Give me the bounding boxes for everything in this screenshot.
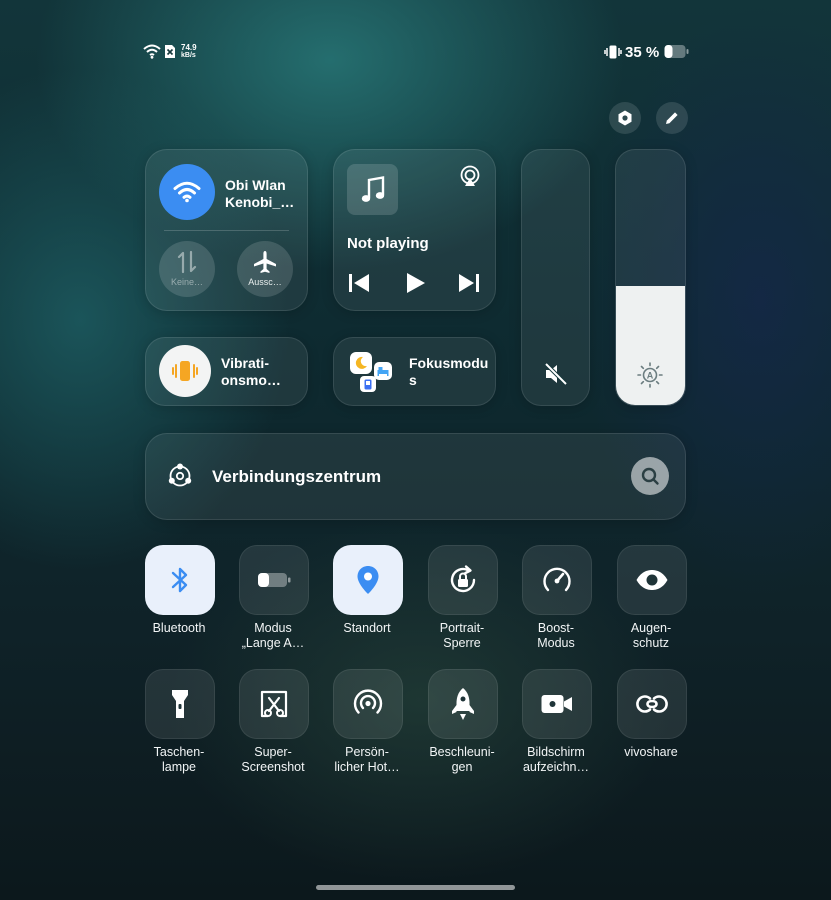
tile-label-super-screenshot: Super- Screenshot bbox=[241, 745, 305, 774]
bluetooth-icon bbox=[171, 567, 188, 593]
next-track-button[interactable] bbox=[458, 273, 480, 293]
scissors-screenshot-icon bbox=[260, 690, 288, 718]
brightness-slider[interactable]: A bbox=[615, 149, 686, 406]
location-pin-icon bbox=[357, 566, 379, 594]
wifi-status-icon bbox=[143, 44, 161, 59]
vibration-mode-label: Vibrati- onsmo… bbox=[221, 355, 281, 389]
location-tile[interactable] bbox=[333, 545, 403, 615]
tile-label-personal-hotspot: Persön-licher Hot… bbox=[334, 745, 400, 774]
accelerate-tile[interactable] bbox=[428, 669, 498, 739]
play-button[interactable] bbox=[406, 272, 426, 294]
tile-label-bluetooth: Bluetooth bbox=[152, 621, 206, 635]
vibration-label-line2: onsmo… bbox=[221, 372, 281, 388]
connection-search-button[interactable] bbox=[631, 457, 669, 495]
wifi-name-line1: Obi Wlan bbox=[225, 177, 286, 193]
speaker-muted-icon bbox=[544, 362, 568, 386]
cast-icon[interactable] bbox=[459, 165, 481, 187]
vibration-label-line1: Vibrati- bbox=[221, 355, 269, 371]
tile-label-vivoshare: vivoshare bbox=[624, 745, 678, 759]
connection-center-bar[interactable]: Verbindungszentrum bbox=[145, 433, 686, 520]
airplane-label: Aussc… bbox=[248, 277, 282, 287]
focus-label-line1: Fokusmodu bbox=[409, 355, 489, 371]
wifi-name-line2: Kenobi_… bbox=[225, 194, 295, 210]
vibrate-toggle[interactable] bbox=[159, 345, 211, 397]
settings-button[interactable] bbox=[609, 102, 641, 134]
music-note-icon bbox=[361, 175, 384, 202]
network-speed-value: 74.9 bbox=[181, 43, 197, 52]
home-indicator[interactable] bbox=[316, 885, 515, 890]
auto-brightness-icon: A bbox=[637, 362, 663, 388]
media-panel: Not playing bbox=[333, 149, 496, 311]
tile-label-accelerate: Beschleuni-gen bbox=[429, 745, 495, 774]
super-screenshot-tile[interactable] bbox=[239, 669, 309, 739]
tile-label-boost-mode: Boost- Modus bbox=[537, 621, 575, 650]
focus-mode-panel[interactable]: Fokusmodu s bbox=[333, 337, 496, 406]
eye-icon bbox=[636, 570, 668, 590]
divider bbox=[164, 230, 289, 231]
hotspot-icon bbox=[353, 689, 383, 714]
tile-label-long-battery: Modus „Lange A… bbox=[241, 621, 305, 650]
connectivity-panel: Obi Wlan Kenobi_… Keine… Aussc… bbox=[145, 149, 308, 311]
long-battery-mode-tile[interactable] bbox=[239, 545, 309, 615]
wifi-toggle[interactable] bbox=[159, 164, 215, 220]
focus-mode-icon bbox=[350, 352, 394, 392]
vibrate-status-icon bbox=[604, 45, 622, 59]
airplane-toggle[interactable]: Aussc… bbox=[237, 241, 293, 297]
screen-recording-tile[interactable] bbox=[522, 669, 592, 739]
personal-hotspot-tile[interactable] bbox=[333, 669, 403, 739]
vibration-mode-panel[interactable]: Vibrati- onsmo… bbox=[145, 337, 308, 406]
mobile-data-label: Keine… bbox=[170, 277, 204, 287]
svg-text:A: A bbox=[647, 371, 654, 381]
network-speed: 74.9 kB/s bbox=[181, 44, 197, 60]
previous-track-button[interactable] bbox=[348, 273, 370, 293]
tile-label-portrait-lock: Portrait- Sperre bbox=[439, 621, 485, 650]
gear-icon bbox=[618, 110, 632, 126]
speedometer-icon bbox=[543, 567, 571, 592]
edit-button[interactable] bbox=[656, 102, 688, 134]
focus-label-line2: s bbox=[409, 372, 417, 388]
network-speed-unit: kB/s bbox=[181, 52, 196, 59]
rotation-lock-icon bbox=[450, 565, 476, 593]
wifi-icon bbox=[173, 181, 201, 203]
boost-mode-tile[interactable] bbox=[522, 545, 592, 615]
mobile-data-icon bbox=[177, 250, 197, 274]
video-camera-icon bbox=[541, 695, 572, 713]
vivoshare-tile[interactable] bbox=[617, 669, 687, 739]
tile-label-eye-protection: Augen-schutz bbox=[630, 621, 672, 650]
pencil-icon bbox=[666, 112, 678, 124]
media-status: Not playing bbox=[347, 235, 429, 252]
vibrate-icon bbox=[172, 361, 198, 381]
airplane-icon bbox=[254, 251, 276, 273]
status-bar: 74.9 kB/s 35 % bbox=[0, 0, 831, 70]
no-sim-icon bbox=[165, 45, 175, 58]
tile-label-location: Standort bbox=[343, 621, 391, 635]
search-icon bbox=[641, 467, 659, 485]
portrait-lock-tile[interactable] bbox=[428, 545, 498, 615]
album-art bbox=[347, 164, 398, 215]
volume-slider[interactable] bbox=[521, 149, 590, 406]
bluetooth-tile[interactable] bbox=[145, 545, 215, 615]
connection-center-icon bbox=[168, 463, 192, 487]
vivoshare-icon bbox=[636, 695, 668, 713]
tile-label-flashlight: Taschen-lampe bbox=[153, 745, 205, 774]
mobile-data-toggle[interactable]: Keine… bbox=[159, 241, 215, 297]
flashlight-tile[interactable] bbox=[145, 669, 215, 739]
tile-label-screen-recording: Bildschirm aufzeichn… bbox=[522, 745, 589, 774]
wifi-network-name[interactable]: Obi Wlan Kenobi_… bbox=[225, 177, 305, 211]
connection-center-label: Verbindungszentrum bbox=[212, 467, 382, 486]
battery-percent: 35 % bbox=[625, 44, 660, 61]
eye-protection-tile[interactable] bbox=[617, 545, 687, 615]
rocket-icon bbox=[452, 688, 474, 720]
battery-saver-icon bbox=[258, 573, 291, 587]
focus-mode-label: Fokusmodu s bbox=[409, 355, 488, 389]
battery-icon bbox=[664, 45, 689, 58]
flashlight-icon bbox=[172, 690, 188, 718]
